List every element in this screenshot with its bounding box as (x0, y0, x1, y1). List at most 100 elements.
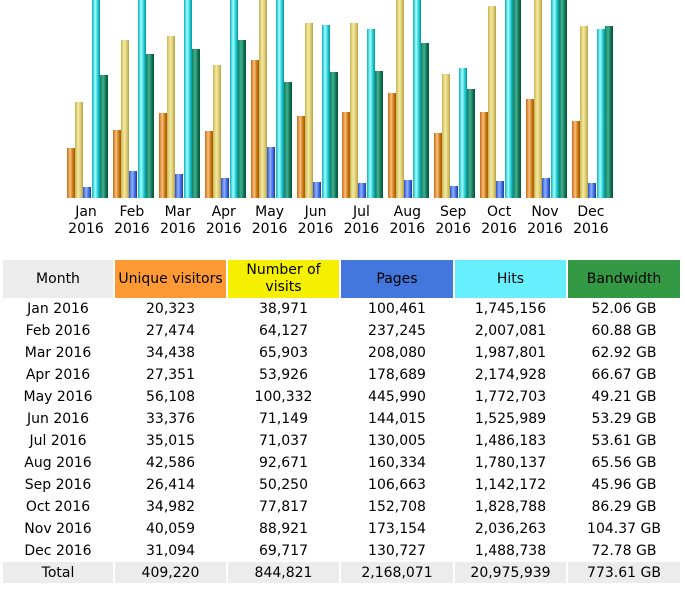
table-cell: Nov 2016 (24, 521, 92, 537)
column-header: Hits (455, 260, 566, 298)
bar-visits (579, 26, 588, 198)
bar-pages (358, 183, 367, 198)
table-cell: 33,376 (146, 411, 195, 427)
x-tick-label: Oct 2016 (476, 204, 522, 238)
bar-hits (275, 0, 284, 198)
table-cell: 2,036,263 (474, 521, 547, 537)
x-tick-line: 2016 (481, 221, 517, 237)
table-row: Jun 2016 33,376 71,149 144,015 1,525,989 53.2… (3, 408, 680, 430)
bar-pages (220, 178, 229, 198)
table-cell: 56,108 (146, 389, 195, 405)
table-row: Nov 2016 40,059 88,921 173,154 2,036,263 104.… (3, 518, 680, 540)
table-cell: Mar 2016 (24, 345, 92, 361)
bar-unique (480, 112, 489, 198)
table-cell: 71,037 (259, 433, 308, 449)
table-cell: 144,015 (368, 411, 426, 427)
table-cell: 26,414 (146, 477, 195, 493)
x-tick-line: Oct (486, 204, 512, 220)
x-tick-line: 2016 (573, 221, 609, 237)
bar-bandwidth (191, 49, 200, 198)
x-tick-label: Nov 2016 (522, 204, 568, 238)
x-tick-label: Mar 2016 (155, 204, 201, 238)
bar-bandwidth (283, 82, 292, 198)
table-cell: 1,828,788 (474, 499, 547, 515)
table-cell: 100,461 (368, 301, 426, 317)
table-cell: 208,080 (368, 345, 426, 361)
bar-hits (137, 0, 146, 198)
x-tick-label: Apr 2016 (201, 204, 247, 238)
table-row: Jul 2016 35,015 71,037 130,005 1,486,183 53.6… (3, 430, 680, 452)
table-cell: 106,663 (368, 477, 426, 493)
x-tick-label: Jul 2016 (338, 204, 384, 238)
bar-visits (258, 0, 267, 198)
bar-pages (128, 171, 137, 198)
table-cell: Jul 2016 (29, 433, 87, 449)
table-cell: 844,821 (228, 562, 339, 583)
table-cell: 60.88 GB (591, 323, 657, 339)
bar-bandwidth (513, 0, 522, 198)
bar-bandwidth (237, 40, 246, 198)
table-row: Sep 2016 26,414 50,250 106,663 1,142,172 45.9… (3, 474, 680, 496)
bar-unique (571, 121, 580, 198)
x-tick-line: 2016 (159, 221, 196, 237)
table-cell: 69,717 (259, 543, 308, 559)
total-row: Total 409,220 844,821 2,168,071 20,975,939 77… (3, 562, 680, 583)
table-cell: Oct 2016 (25, 499, 91, 515)
bar-bandwidth (100, 75, 108, 198)
column-header: Pages (341, 260, 453, 298)
x-tick-line: 2016 (205, 221, 242, 237)
bar-bandwidth (329, 72, 338, 198)
table-cell: 86.29 GB (591, 499, 657, 515)
bar-hits (413, 0, 422, 198)
table-cell: 31,094 (146, 543, 195, 559)
table-row: Feb 2016 27,474 64,127 237,245 2,007,081 60.8… (3, 320, 680, 342)
x-tick-line: Feb (119, 204, 145, 220)
bar-unique (342, 112, 351, 198)
table-cell: 178,689 (368, 367, 426, 383)
bar-pages (83, 187, 91, 198)
table-cell: 50,250 (259, 477, 308, 493)
bar-bandwidth (559, 0, 567, 198)
bar-unique (250, 60, 259, 198)
bar-pages (496, 181, 505, 198)
bar-hits (367, 29, 376, 198)
x-tick-line: 2016 (435, 221, 471, 237)
table-cell: 2,174,928 (474, 367, 547, 383)
x-tick-line: 2016 (527, 221, 563, 237)
bar-visits (350, 23, 359, 198)
x-tick-line: 2016 (389, 221, 426, 237)
x-tick-line: May (255, 204, 285, 220)
table-cell: 34,982 (146, 499, 195, 515)
table-cell: Sep 2016 (24, 477, 92, 493)
bar-hits (596, 29, 605, 198)
x-tick-line: Aug (393, 204, 421, 220)
bar-visits (212, 65, 221, 198)
bar-hits (229, 0, 238, 198)
table-row: Mar 2016 34,438 65,903 208,080 1,987,801 62.9… (3, 342, 680, 364)
x-tick-line: Jun (304, 204, 327, 220)
x-tick-line: Jul (352, 204, 370, 220)
x-tick-label: Jan 2016 (63, 204, 109, 238)
bar-pages (450, 186, 459, 198)
table-cell: 1,488,738 (474, 543, 547, 559)
table-cell: 237,245 (368, 323, 426, 339)
table-cell: 27,351 (146, 367, 195, 383)
column-header: Number of visits (228, 260, 339, 298)
x-tick-label: May 2016 (247, 204, 293, 238)
bar-bandwidth (604, 26, 613, 198)
x-tick-label: Feb 2016 (109, 204, 155, 238)
table-cell: 92,671 (259, 455, 308, 471)
x-tick-line: Dec (577, 204, 605, 220)
table-row: Jan 2016 20,323 38,971 100,461 1,745,156 52.0… (3, 298, 680, 320)
table-cell: 445,990 (368, 389, 426, 405)
bar-hits (551, 0, 559, 198)
table-cell: Jun 2016 (27, 411, 89, 427)
bar-hits (183, 0, 192, 198)
bar-pages (266, 147, 275, 198)
table-cell: 65.56 GB (591, 455, 657, 471)
bar-visits (396, 0, 405, 198)
bar-unique (526, 99, 534, 198)
table-cell: 1,772,703 (474, 389, 547, 405)
table-cell: Apr 2016 (25, 367, 91, 383)
bar-hits (459, 68, 468, 198)
